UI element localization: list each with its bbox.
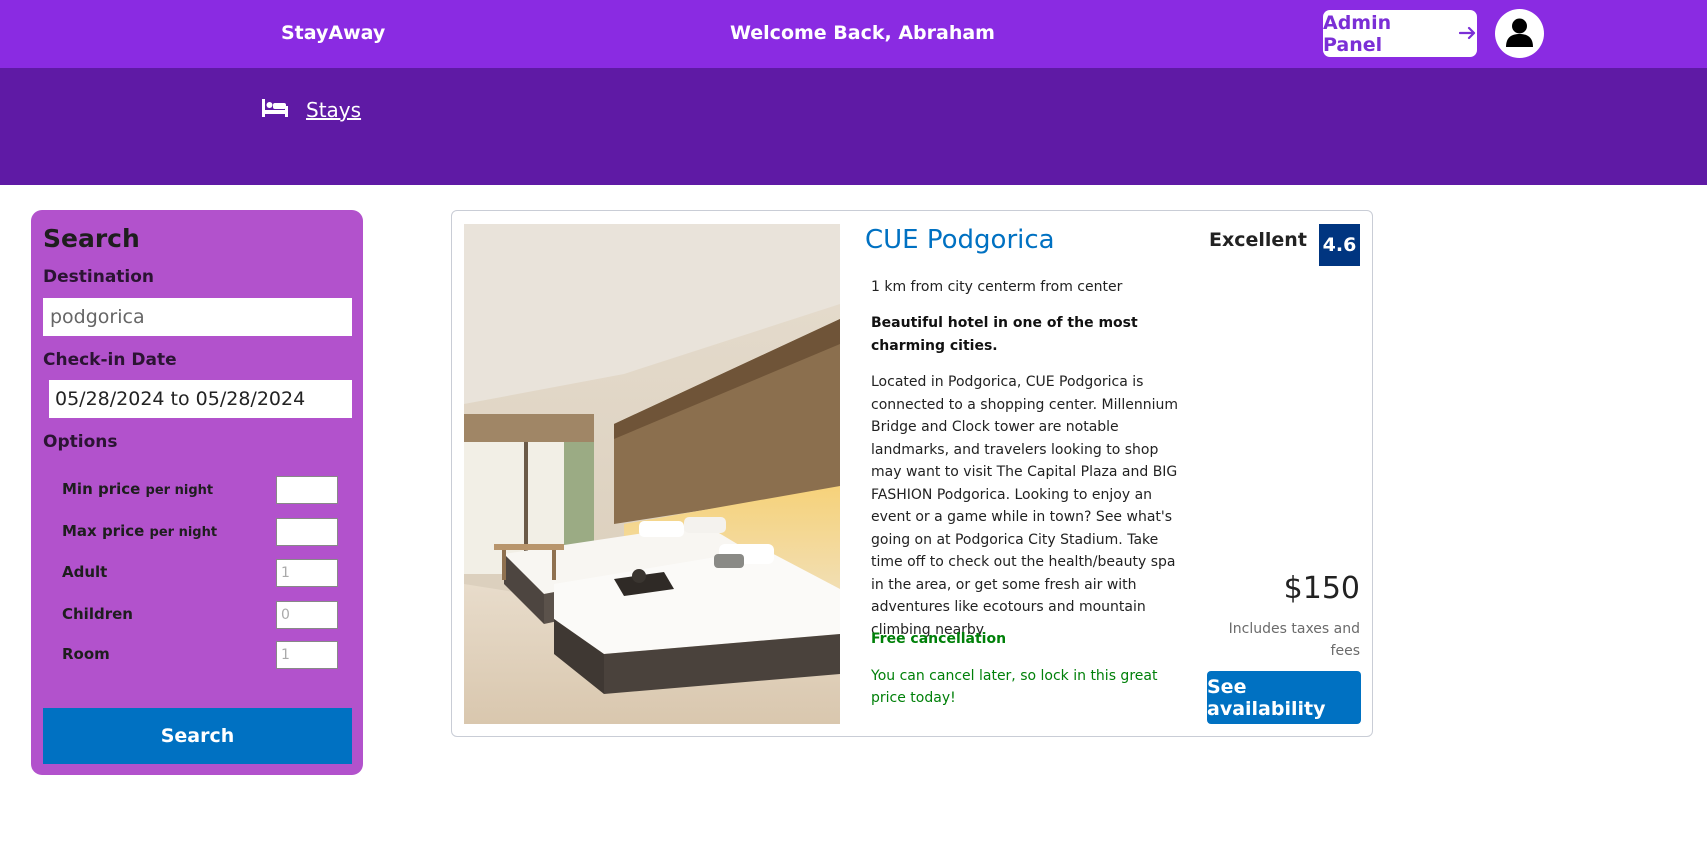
checkin-date-input[interactable]: 05/28/2024 to 05/28/2024 (49, 380, 352, 418)
hotel-result-card: CUE Podgorica 1 km from city centerm fro… (451, 210, 1373, 737)
bed-icon (262, 98, 288, 122)
option-label: Max price per night (62, 522, 218, 540)
nav-stays-label: Stays (306, 98, 362, 122)
admin-panel-label: Admin Panel (1323, 11, 1392, 56)
search-button[interactable]: Search (43, 708, 352, 764)
free-cancellation-label: Free cancellation (871, 631, 1007, 647)
user-avatar[interactable] (1495, 9, 1544, 58)
hotel-distance: 1 km from city centerm from center (871, 279, 1123, 295)
hotel-name-link[interactable]: CUE Podgorica (865, 225, 1055, 255)
room-input[interactable]: 1 (276, 641, 338, 669)
option-room: Room 1 (62, 641, 345, 671)
children-input[interactable]: 0 (276, 601, 338, 629)
brand-logo[interactable]: StayAway (281, 22, 385, 44)
search-title: Search (43, 224, 140, 253)
welcome-message: Welcome Back, Abraham (730, 22, 995, 44)
hotel-description: Located in Podgorica, CUE Podgorica is c… (871, 374, 1179, 638)
user-icon (1495, 18, 1544, 58)
option-max-price: Max price per night (62, 518, 345, 548)
cancel-later-note: You can cancel later, so lock in this gr… (871, 668, 1158, 706)
option-adult: Adult 1 (62, 559, 345, 589)
options-label: Options (43, 432, 118, 452)
adult-input[interactable]: 1 (276, 559, 338, 587)
admin-panel-button[interactable]: Admin Panel (1323, 10, 1477, 57)
option-label: Min price per night (62, 480, 214, 498)
option-label: Room (62, 645, 110, 663)
max-price-input[interactable] (276, 518, 338, 546)
see-availability-button[interactable]: See availability (1207, 671, 1361, 724)
top-navbar: StayAway Welcome Back, Abraham Admin Pan… (0, 0, 1707, 68)
hotel-tagline: Beautiful hotel in one of the most charm… (871, 315, 1138, 354)
option-label: Adult (62, 563, 108, 581)
option-min-price: Min price per night (62, 476, 345, 506)
destination-label: Destination (43, 267, 155, 287)
option-label: Children (62, 605, 133, 623)
option-children: Children 0 (62, 601, 345, 631)
min-price-input[interactable] (276, 476, 338, 504)
price-note: Includes taxes and fees (1228, 621, 1360, 659)
checkin-date-label: Check-in Date (43, 350, 177, 370)
nav-stays-link[interactable]: Stays (262, 98, 361, 122)
destination-input[interactable]: podgorica (43, 298, 352, 336)
price-value: $150 (1283, 571, 1360, 606)
arrow-right-icon (1458, 23, 1477, 45)
hotel-photo (464, 224, 840, 724)
search-panel: Search Destination podgorica Check-in Da… (31, 210, 363, 775)
sub-header: Stays (0, 68, 1707, 185)
rating-text: Excellent (1209, 229, 1307, 251)
rating-score-badge: 4.6 (1319, 224, 1360, 266)
